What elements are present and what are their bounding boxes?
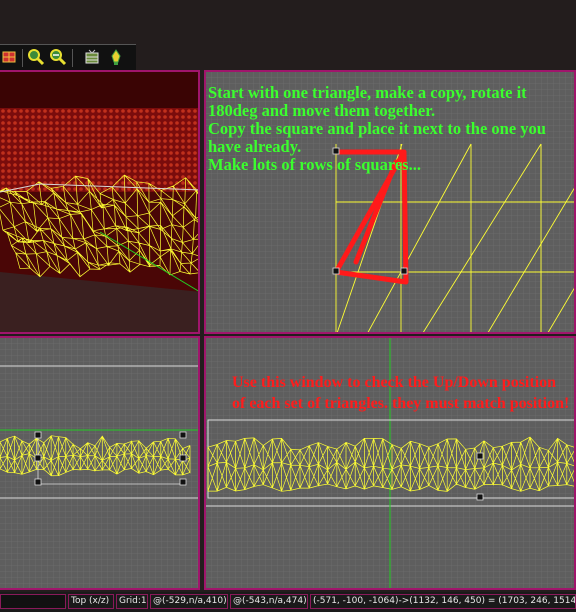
grid-tool-button[interactable] <box>0 47 20 67</box>
terrain-editor-window: Start with one triangle, make a copy, ro… <box>0 0 576 612</box>
front-view-viewport[interactable] <box>0 336 200 590</box>
status-bar: Top (x/z) Grid:1 @(-529,n/a,410) @(-543,… <box>0 592 576 612</box>
status-grid: Grid:1 <box>116 594 148 609</box>
status-coord-1: @(-529,n/a,410) <box>150 594 228 609</box>
light-bulb-icon <box>111 49 121 65</box>
status-blank <box>0 594 66 609</box>
zoom-out-button[interactable] <box>48 47 68 67</box>
zoom-in-button[interactable] <box>26 47 46 67</box>
toolbar-separator <box>72 49 73 67</box>
instruction-text-top: Start with one triangle, make a copy, ro… <box>208 83 546 174</box>
viewport-grid <box>0 338 198 588</box>
toolbar <box>0 44 136 71</box>
perspective-viewport[interactable] <box>0 70 200 334</box>
light-button[interactable] <box>106 47 126 67</box>
instruction-text-bottom: Use this window to check the Up/Down pos… <box>232 374 570 412</box>
status-coord-2: @(-543,n/a,474) <box>230 594 308 609</box>
status-view-mode: Top (x/z) <box>68 594 114 609</box>
grid-tool-icon <box>2 51 16 63</box>
terrain-tool-button[interactable] <box>82 47 102 67</box>
zoom-in-icon <box>28 49 45 66</box>
terrain-3d-render <box>0 72 198 332</box>
zoom-out-icon <box>50 49 67 66</box>
toolbar-separator <box>22 49 23 67</box>
terrain-tool-icon <box>85 49 99 64</box>
status-selection-bounds: (-571, -100, -1064)->(1132, 146, 450) = … <box>310 594 576 609</box>
